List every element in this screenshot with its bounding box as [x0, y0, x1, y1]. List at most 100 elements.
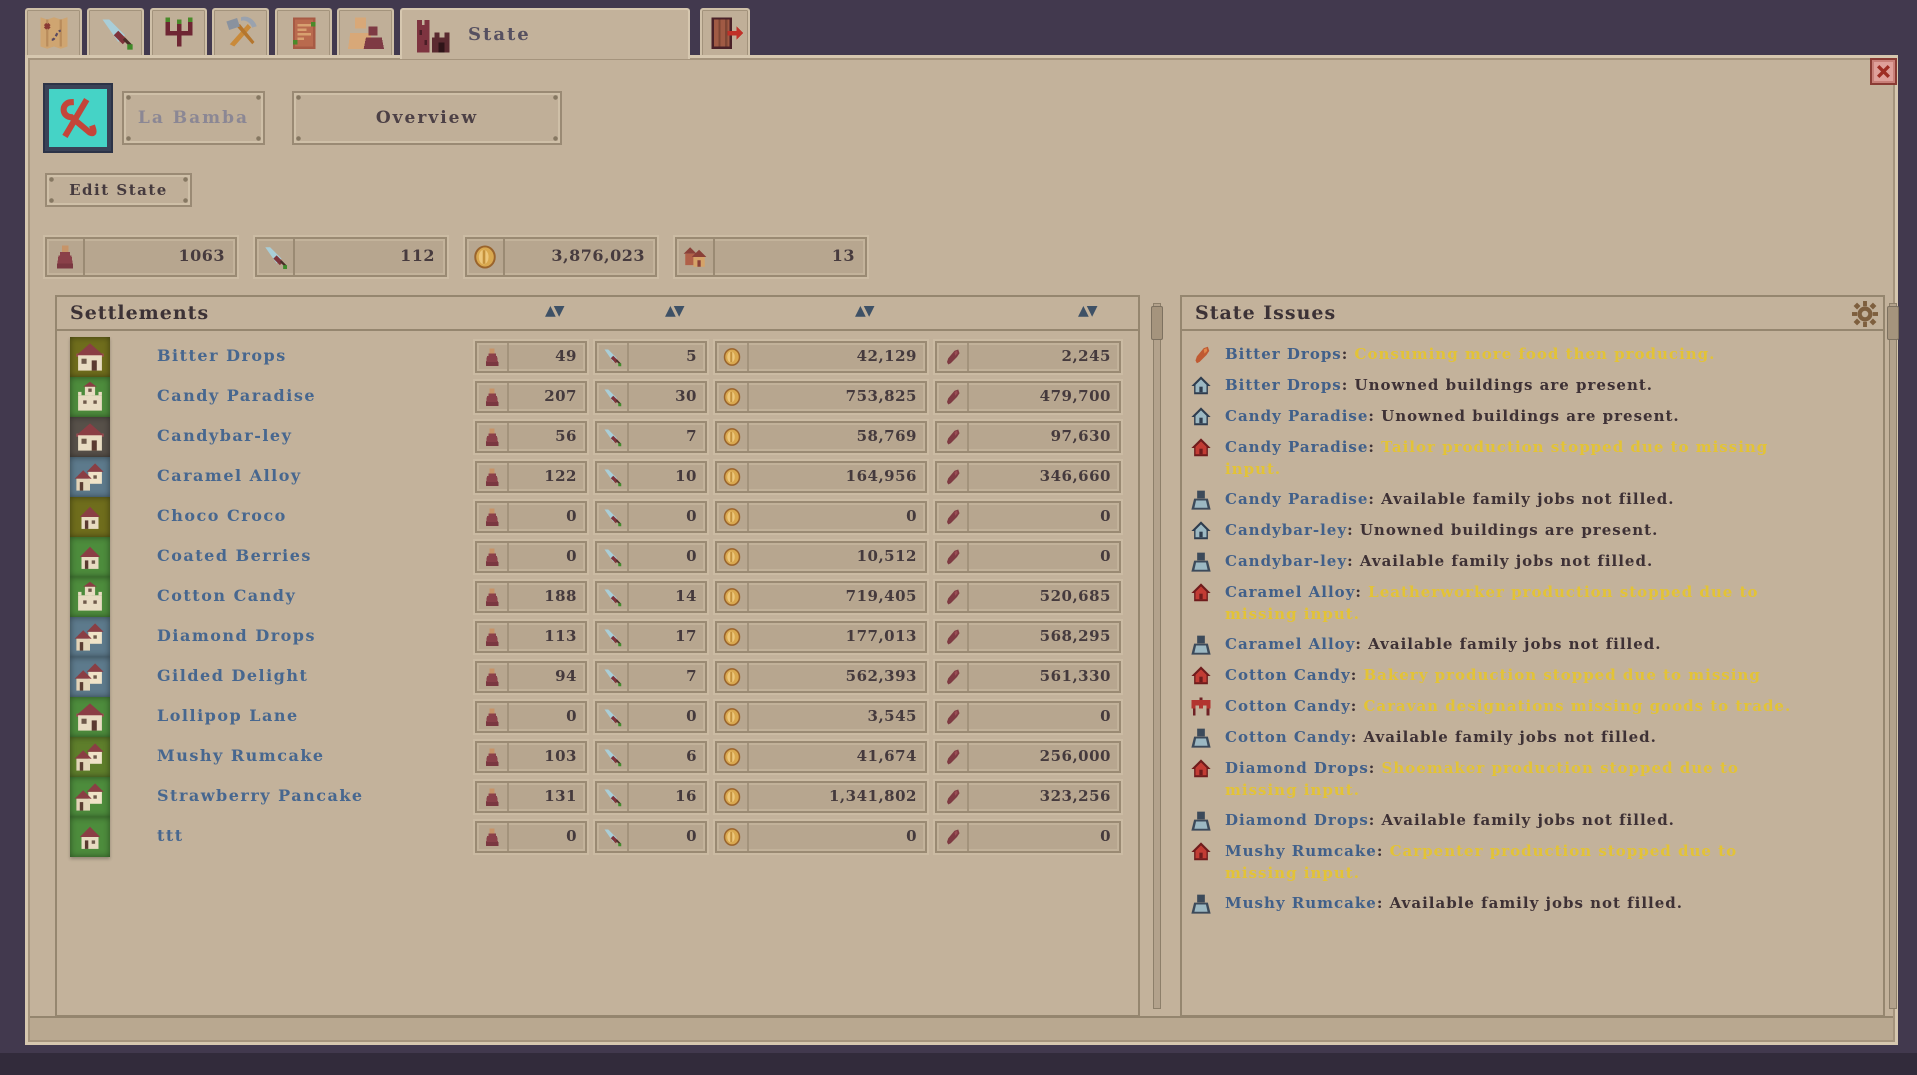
settlement-name[interactable]: Lollipop Lane — [157, 706, 299, 725]
issue-settlement-name[interactable]: Candy Paradise — [1225, 407, 1368, 425]
tab-family-tree[interactable] — [150, 8, 207, 56]
sort-military-button[interactable]: ▲▼ — [665, 303, 683, 319]
issue-row[interactable]: Cotton Candy: Available family jobs not … — [1188, 722, 1879, 753]
issue-row[interactable]: Candybar-ley: Available family jobs not … — [1188, 546, 1879, 577]
issue-row[interactable]: Candy Paradise: Unowned buildings are pr… — [1188, 401, 1879, 432]
issue-settlement-name[interactable]: Candybar-ley — [1225, 552, 1347, 570]
issue-row[interactable]: Candy Paradise: Tailor production stoppe… — [1188, 432, 1879, 484]
sort-food-button[interactable]: ▲▼ — [1078, 303, 1096, 319]
issue-settlement-name[interactable]: Candy Paradise — [1225, 438, 1368, 456]
issues-settings-button[interactable] — [1852, 301, 1878, 327]
unowned-building-icon — [1190, 406, 1212, 428]
issue-row[interactable]: Cotton Candy: Caravan designations missi… — [1188, 691, 1879, 722]
settlement-name[interactable]: Candy Paradise — [157, 386, 316, 405]
tab-state[interactable]: State — [400, 8, 690, 59]
sort-population-button[interactable]: ▲▼ — [545, 303, 563, 319]
settlement-tile-icon[interactable] — [70, 737, 110, 777]
settlement-row[interactable]: Choco Croco 0 0 0 0 — [57, 497, 1138, 537]
settlement-row[interactable]: Strawberry Pancake 131 16 1,341,802 323,… — [57, 777, 1138, 817]
issue-settlement-name[interactable]: Mushy Rumcake — [1225, 842, 1377, 860]
settlement-name[interactable]: Cotton Candy — [157, 586, 296, 605]
issue-row[interactable]: Diamond Drops: Shoemaker production stop… — [1188, 753, 1879, 805]
settlement-tile-icon[interactable] — [70, 457, 110, 497]
settlement-name[interactable]: Caramel Alloy — [157, 466, 302, 485]
edit-state-button[interactable]: Edit State — [45, 173, 192, 207]
settlement-tile-icon[interactable] — [70, 337, 110, 377]
settlements-scrollbar-thumb[interactable] — [1151, 306, 1163, 340]
settlement-tile-icon[interactable] — [70, 377, 110, 417]
state-emblem[interactable] — [45, 85, 111, 151]
settlement-row[interactable]: ttt 0 0 0 0 — [57, 817, 1138, 857]
settlement-tile-icon[interactable] — [70, 657, 110, 697]
issue-row[interactable]: Bitter Drops: Unowned buildings are pres… — [1188, 370, 1879, 401]
settlements-scrollbar[interactable] — [1153, 303, 1161, 1009]
settlement-row[interactable]: Gilded Delight 94 7 562,393 561,330 — [57, 657, 1138, 697]
settlement-row[interactable]: Coated Berries 0 0 10,512 0 — [57, 537, 1138, 577]
settlement-name[interactable]: ttt — [157, 826, 184, 845]
issue-settlement-name[interactable]: Diamond Drops — [1225, 759, 1369, 777]
issue-row[interactable]: Bitter Drops: Consuming more food then p… — [1188, 339, 1879, 370]
tab-ledger[interactable] — [275, 8, 332, 56]
issue-settlement-name[interactable]: Cotton Candy — [1225, 666, 1351, 684]
settlement-name[interactable]: Choco Croco — [157, 506, 287, 525]
settlements-panel: Settlements ▲▼ ▲▼ ▲▼ ▲▼ Bitter Drops 49 … — [55, 295, 1140, 1017]
settlement-name[interactable]: Coated Berries — [157, 546, 312, 565]
settlement-tile-icon[interactable] — [70, 777, 110, 817]
issues-scrollbar[interactable] — [1889, 303, 1897, 1009]
settlement-tile-icon[interactable] — [70, 697, 110, 737]
issue-settlement-name[interactable]: Cotton Candy — [1225, 697, 1351, 715]
tab-military[interactable] — [87, 8, 144, 56]
settlement-row[interactable]: Candybar-ley 56 7 58,769 97,630 — [57, 417, 1138, 457]
issue-settlement-name[interactable]: Candybar-ley — [1225, 521, 1347, 539]
tab-population[interactable] — [337, 8, 394, 56]
settlement-name[interactable]: Gilded Delight — [157, 666, 308, 685]
close-button[interactable] — [1870, 58, 1897, 85]
issue-row[interactable]: Caramel Alloy: Available family jobs not… — [1188, 629, 1879, 660]
settlement-row[interactable]: Cotton Candy 188 14 719,405 520,685 — [57, 577, 1138, 617]
settlement-name[interactable]: Strawberry Pancake — [157, 786, 364, 805]
tab-exit[interactable] — [700, 8, 750, 56]
settlement-row[interactable]: Diamond Drops 113 17 177,013 568,295 — [57, 617, 1138, 657]
issue-settlement-name[interactable]: Candy Paradise — [1225, 490, 1368, 508]
issues-scrollbar-thumb[interactable] — [1887, 306, 1899, 340]
settlement-tile-icon[interactable] — [70, 417, 110, 457]
tab-map[interactable] — [25, 8, 82, 56]
issue-settlement-name[interactable]: Caramel Alloy — [1225, 635, 1355, 653]
issue-settlement-name[interactable]: Bitter Drops — [1225, 345, 1342, 363]
tab-bar: State — [0, 0, 1917, 55]
tab-production[interactable] — [212, 8, 269, 56]
issue-row[interactable]: Candy Paradise: Available family jobs no… — [1188, 484, 1879, 515]
settlement-tile-icon[interactable] — [70, 617, 110, 657]
settlement-name[interactable]: Mushy Rumcake — [157, 746, 325, 765]
settlement-row[interactable]: Mushy Rumcake 103 6 41,674 256,000 — [57, 737, 1138, 777]
issue-settlement-name[interactable]: Caramel Alloy — [1225, 583, 1355, 601]
state-name-button[interactable]: La Bamba — [122, 91, 265, 145]
issue-row[interactable]: Mushy Rumcake: Carpenter production stop… — [1188, 836, 1879, 888]
settlement-row[interactable]: Lollipop Lane 0 0 3,545 0 — [57, 697, 1138, 737]
settlement-population-value: 103 — [509, 743, 585, 771]
overview-button[interactable]: Overview — [292, 91, 562, 145]
settlement-tile-icon[interactable] — [70, 817, 110, 857]
settlement-tile-icon[interactable] — [70, 497, 110, 537]
settlement-row[interactable]: Bitter Drops 49 5 42,129 2,245 — [57, 337, 1138, 377]
issue-settlement-name[interactable]: Bitter Drops — [1225, 376, 1342, 394]
issue-settlement-name[interactable]: Diamond Drops — [1225, 811, 1369, 829]
settlement-name[interactable]: Diamond Drops — [157, 626, 316, 645]
issue-settlement-name[interactable]: Mushy Rumcake — [1225, 894, 1377, 912]
population-icon — [477, 503, 509, 531]
issue-row[interactable]: Candybar-ley: Unowned buildings are pres… — [1188, 515, 1879, 546]
issue-row[interactable]: Mushy Rumcake: Available family jobs not… — [1188, 888, 1879, 919]
settlement-row[interactable]: Caramel Alloy 122 10 164,956 346,660 — [57, 457, 1138, 497]
issue-row[interactable]: Caramel Alloy: Leatherworker production … — [1188, 577, 1879, 629]
settlement-gold-value: 562,393 — [749, 663, 925, 691]
settlement-tile-icon[interactable] — [70, 577, 110, 617]
settlement-name[interactable]: Bitter Drops — [157, 346, 287, 365]
settlement-tile-icon[interactable] — [70, 537, 110, 577]
settlement-name[interactable]: Candybar-ley — [157, 426, 292, 445]
issue-settlement-name[interactable]: Cotton Candy — [1225, 728, 1351, 746]
issue-row[interactable]: Diamond Drops: Available family jobs not… — [1188, 805, 1879, 836]
sort-gold-button[interactable]: ▲▼ — [855, 303, 873, 319]
issue-row[interactable]: Cotton Candy: Bakery production stopped … — [1188, 660, 1879, 691]
settlement-military-value: 7 — [629, 423, 705, 451]
settlement-row[interactable]: Candy Paradise 207 30 753,825 479,700 — [57, 377, 1138, 417]
